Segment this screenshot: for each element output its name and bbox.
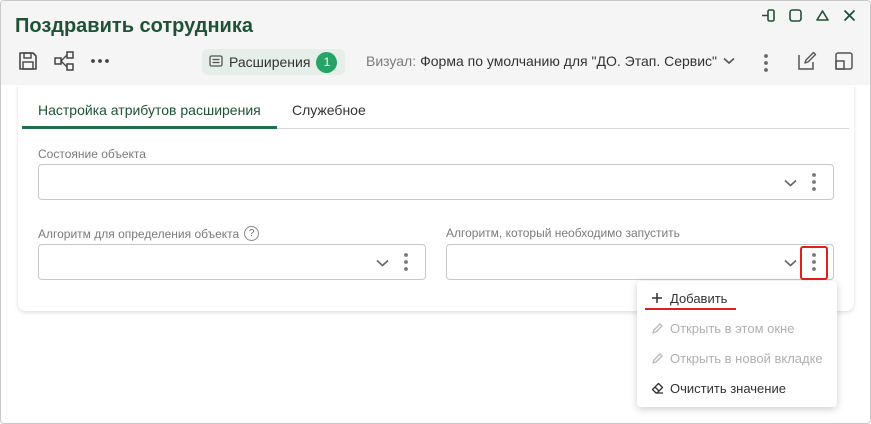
menu-item-open-here[interactable]: Открыть в этом окне <box>637 314 837 342</box>
object-state-label: Состояние объекта <box>38 147 146 161</box>
tab-service[interactable]: Служебное <box>292 102 366 118</box>
visual-label: Визуал: <box>366 53 417 69</box>
pencil-icon <box>650 321 664 335</box>
field-context-menu: Добавить Открыть в этом окне Открыть в н… <box>637 281 837 407</box>
chevron-down-icon[interactable] <box>783 176 797 190</box>
layout-icon[interactable] <box>833 50 855 72</box>
more-icon[interactable] <box>89 50 111 72</box>
save-icon[interactable] <box>17 50 39 72</box>
menu-item-open-new-tab[interactable]: Открыть в новой вкладке <box>637 344 837 372</box>
run-algorithm-field[interactable] <box>446 244 834 280</box>
more-vertical-icon[interactable] <box>807 171 821 193</box>
more-vertical-icon[interactable] <box>399 251 413 273</box>
menu-item-label: Очистить значение <box>670 380 786 396</box>
chevron-down-icon[interactable] <box>783 256 797 270</box>
chevron-down-icon[interactable] <box>375 256 389 270</box>
toolbar-right <box>796 50 855 72</box>
visual-selector[interactable]: Визуал: Форма по умолчанию для "ДО. Этап… <box>366 53 735 69</box>
menu-item-label: Открыть в новой вкладке <box>670 350 823 366</box>
active-tab-indicator <box>22 126 277 129</box>
eraser-icon <box>650 381 664 395</box>
extensions-count-badge: 1 <box>316 51 338 73</box>
extensions-label: Расширения <box>229 54 311 70</box>
plus-icon <box>650 291 664 305</box>
edit-icon[interactable] <box>796 50 818 72</box>
object-algorithm-label-text: Алгоритм для определения объекта <box>38 226 240 241</box>
tab-extension-attributes[interactable]: Настройка атрибутов расширения <box>38 102 261 118</box>
object-state-label-text: Состояние объекта <box>38 147 146 161</box>
pin-icon[interactable] <box>760 7 777 24</box>
menu-item-clear[interactable]: Очистить значение <box>637 374 837 402</box>
dialog-header: Поздравить сотрудника Расширения 1 Визуа… <box>1 1 870 85</box>
menu-item-label: Добавить <box>670 290 728 306</box>
extensions-button[interactable]: Расширения 1 <box>202 49 346 75</box>
dialog-window: Поздравить сотрудника Расширения 1 Визуа… <box>0 0 871 424</box>
highlight-frame <box>800 246 828 280</box>
structure-icon[interactable] <box>53 50 75 72</box>
chevron-down-icon <box>723 57 735 65</box>
visual-more-icon[interactable] <box>759 52 773 74</box>
visual-value: Форма по умолчанию для "ДО. Этап. Сервис… <box>420 53 718 69</box>
toolbar-left <box>17 50 111 72</box>
close-icon[interactable] <box>841 7 858 24</box>
extensions-icon <box>209 54 223 71</box>
object-algorithm-field[interactable] <box>38 244 426 280</box>
object-state-field[interactable] <box>38 164 834 200</box>
tab-bar: Настройка атрибутов расширения Служебное <box>22 85 849 129</box>
pencil-icon <box>650 351 664 365</box>
collapse-icon[interactable] <box>814 7 831 24</box>
highlight-underline <box>645 308 736 310</box>
object-algorithm-label: Алгоритм для определения объекта ? <box>38 226 260 241</box>
dialog-title: Поздравить сотрудника <box>15 15 253 37</box>
menu-item-label: Открыть в этом окне <box>670 320 795 336</box>
run-algorithm-label-text: Алгоритм, который необходимо запустить <box>446 226 680 240</box>
maximize-icon[interactable] <box>787 7 804 24</box>
form-card: Настройка атрибутов расширения Служебное… <box>18 85 854 311</box>
run-algorithm-label: Алгоритм, который необходимо запустить <box>446 226 680 240</box>
help-icon[interactable]: ? <box>244 226 260 241</box>
window-controls <box>760 7 858 24</box>
